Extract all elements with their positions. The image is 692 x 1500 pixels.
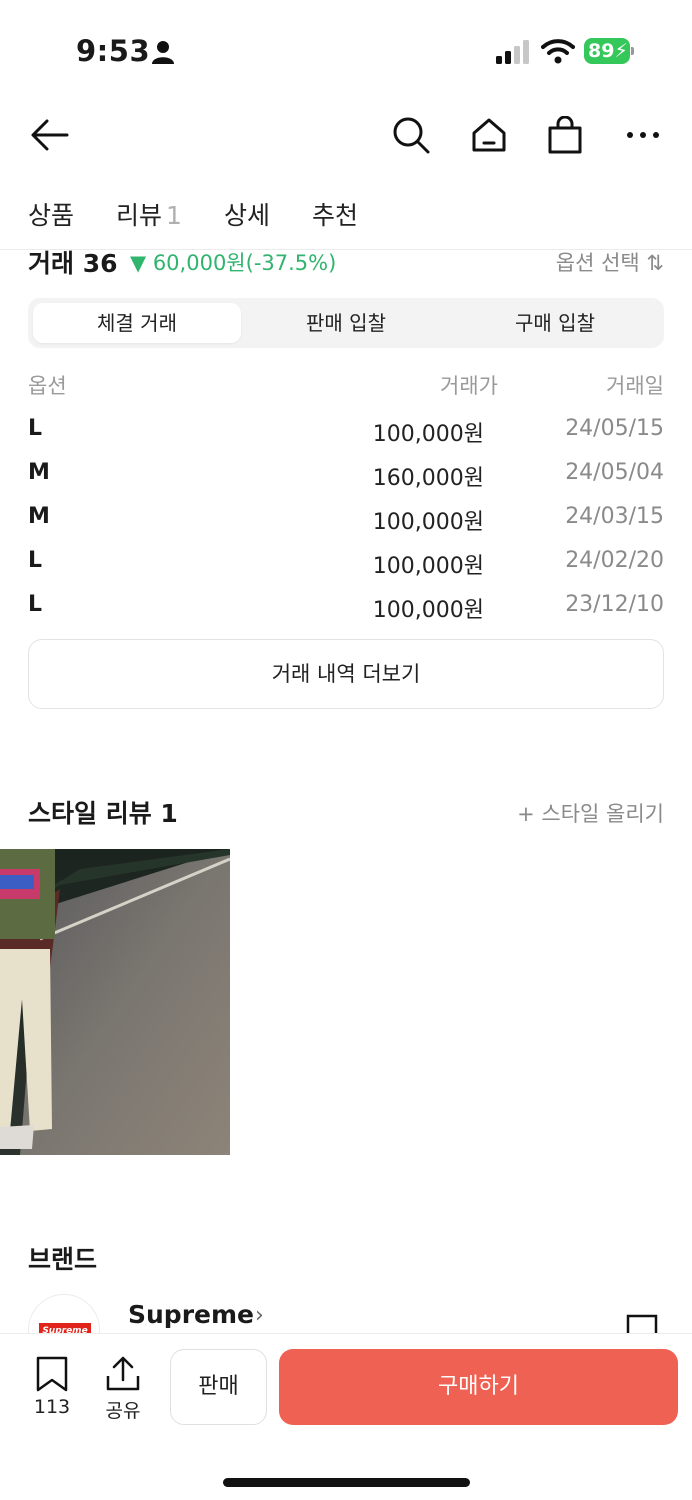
battery-level: 89 [588,40,615,62]
bottom-action-bar: 113 공유 판매 구매하기 [0,1333,692,1500]
header-date: 거래일 [606,374,664,398]
tab-detail[interactable]: 상세 [224,196,270,232]
person-icon [152,41,174,64]
header-price: 거래가 [440,374,498,398]
battery-tip [631,47,634,55]
table-row: L 100,000원 23/12/10 [28,584,664,628]
row-date: 24/05/15 [565,416,664,441]
price-change: ▼ 60,000원(-37.5%) [130,251,337,275]
trade-count-title: 거래 36 [28,249,118,278]
tab-detail-label: 상세 [224,201,271,230]
shopping-bag-icon[interactable] [542,112,588,158]
more-trades-button[interactable]: 거래 내역 더보기 [28,639,664,709]
home-icon[interactable] [466,112,512,158]
style-review-photo[interactable] [0,849,230,1155]
option-select-button[interactable]: 옵션 선택 ⇅ [556,247,664,277]
segment-sell-bids[interactable]: 판매 입찰 [242,303,450,343]
row-date: 24/05/04 [565,460,664,485]
segment-executed-trades[interactable]: 체결 거래 [33,303,241,343]
tab-product-label: 상품 [28,201,75,230]
row-option: M [28,460,50,485]
home-indicator [223,1478,470,1487]
style-review-title: 스타일 리뷰 1 [28,799,178,828]
buy-button[interactable]: 구매하기 [279,1349,678,1425]
share-label: 공유 [105,1400,141,1422]
wifi-icon [541,39,575,64]
search-icon[interactable] [388,112,434,158]
chevron-right-icon: › [255,1303,264,1328]
tab-review-label: 리뷰 [116,201,163,230]
row-date: 24/03/15 [565,504,664,529]
share-button[interactable]: 공유 [93,1356,153,1423]
top-nav [0,100,692,170]
row-date: 24/02/20 [565,548,664,573]
table-row: L 100,000원 24/05/15 [28,408,664,452]
row-price: 100,000원 [372,598,484,623]
tab-recommend-label: 추천 [312,201,359,230]
row-price: 160,000원 [372,466,484,491]
sell-button[interactable]: 판매 [170,1349,267,1425]
battery-indicator: 89⚡ [584,38,634,64]
header-option: 옵션 [28,374,67,398]
bookmark-button[interactable]: 113 [22,1356,82,1418]
share-icon [106,1356,140,1391]
table-row: M 160,000원 24/05/04 [28,452,664,496]
back-arrow-icon[interactable] [26,112,72,158]
tab-recommend[interactable]: 추천 [312,196,358,232]
upload-style-button[interactable]: + 스타일 올리기 [517,798,664,828]
more-dots-icon[interactable] [620,112,666,158]
cellular-signal-icon [496,40,529,64]
row-price: 100,000원 [372,510,484,535]
status-bar: 9:53 89⚡ [0,0,692,100]
row-price: 100,000원 [372,554,484,579]
trade-segment-control: 체결 거래 판매 입찰 구매 입찰 [28,298,664,348]
brand-name-link[interactable]: Supreme [128,1300,254,1329]
tab-review[interactable]: 리뷰 1 [116,196,182,232]
trade-header: 거래 36 ▼ 60,000원(-37.5%) 옵션 선택 ⇅ [28,244,664,278]
tab-review-count: 1 [166,201,182,230]
table-row: L 100,000원 24/02/20 [28,540,664,584]
row-date: 23/12/10 [565,592,664,617]
row-option: L [28,592,43,617]
status-time: 9:53 [76,34,151,68]
bookmark-count: 113 [33,1396,71,1418]
brand-section-title: 브랜드 [28,1245,98,1274]
row-option: L [28,548,43,573]
charging-bolt-icon: ⚡ [614,40,628,62]
bookmark-icon [36,1356,68,1392]
segment-buy-bids[interactable]: 구매 입찰 [451,303,659,343]
row-option: L [28,416,43,441]
row-option: M [28,504,50,529]
table-row: M 100,000원 24/03/15 [28,496,664,540]
row-price: 100,000원 [372,422,484,447]
product-tabs: 상품 리뷰 1 상세 추천 [0,186,692,250]
tab-product[interactable]: 상품 [28,196,74,232]
